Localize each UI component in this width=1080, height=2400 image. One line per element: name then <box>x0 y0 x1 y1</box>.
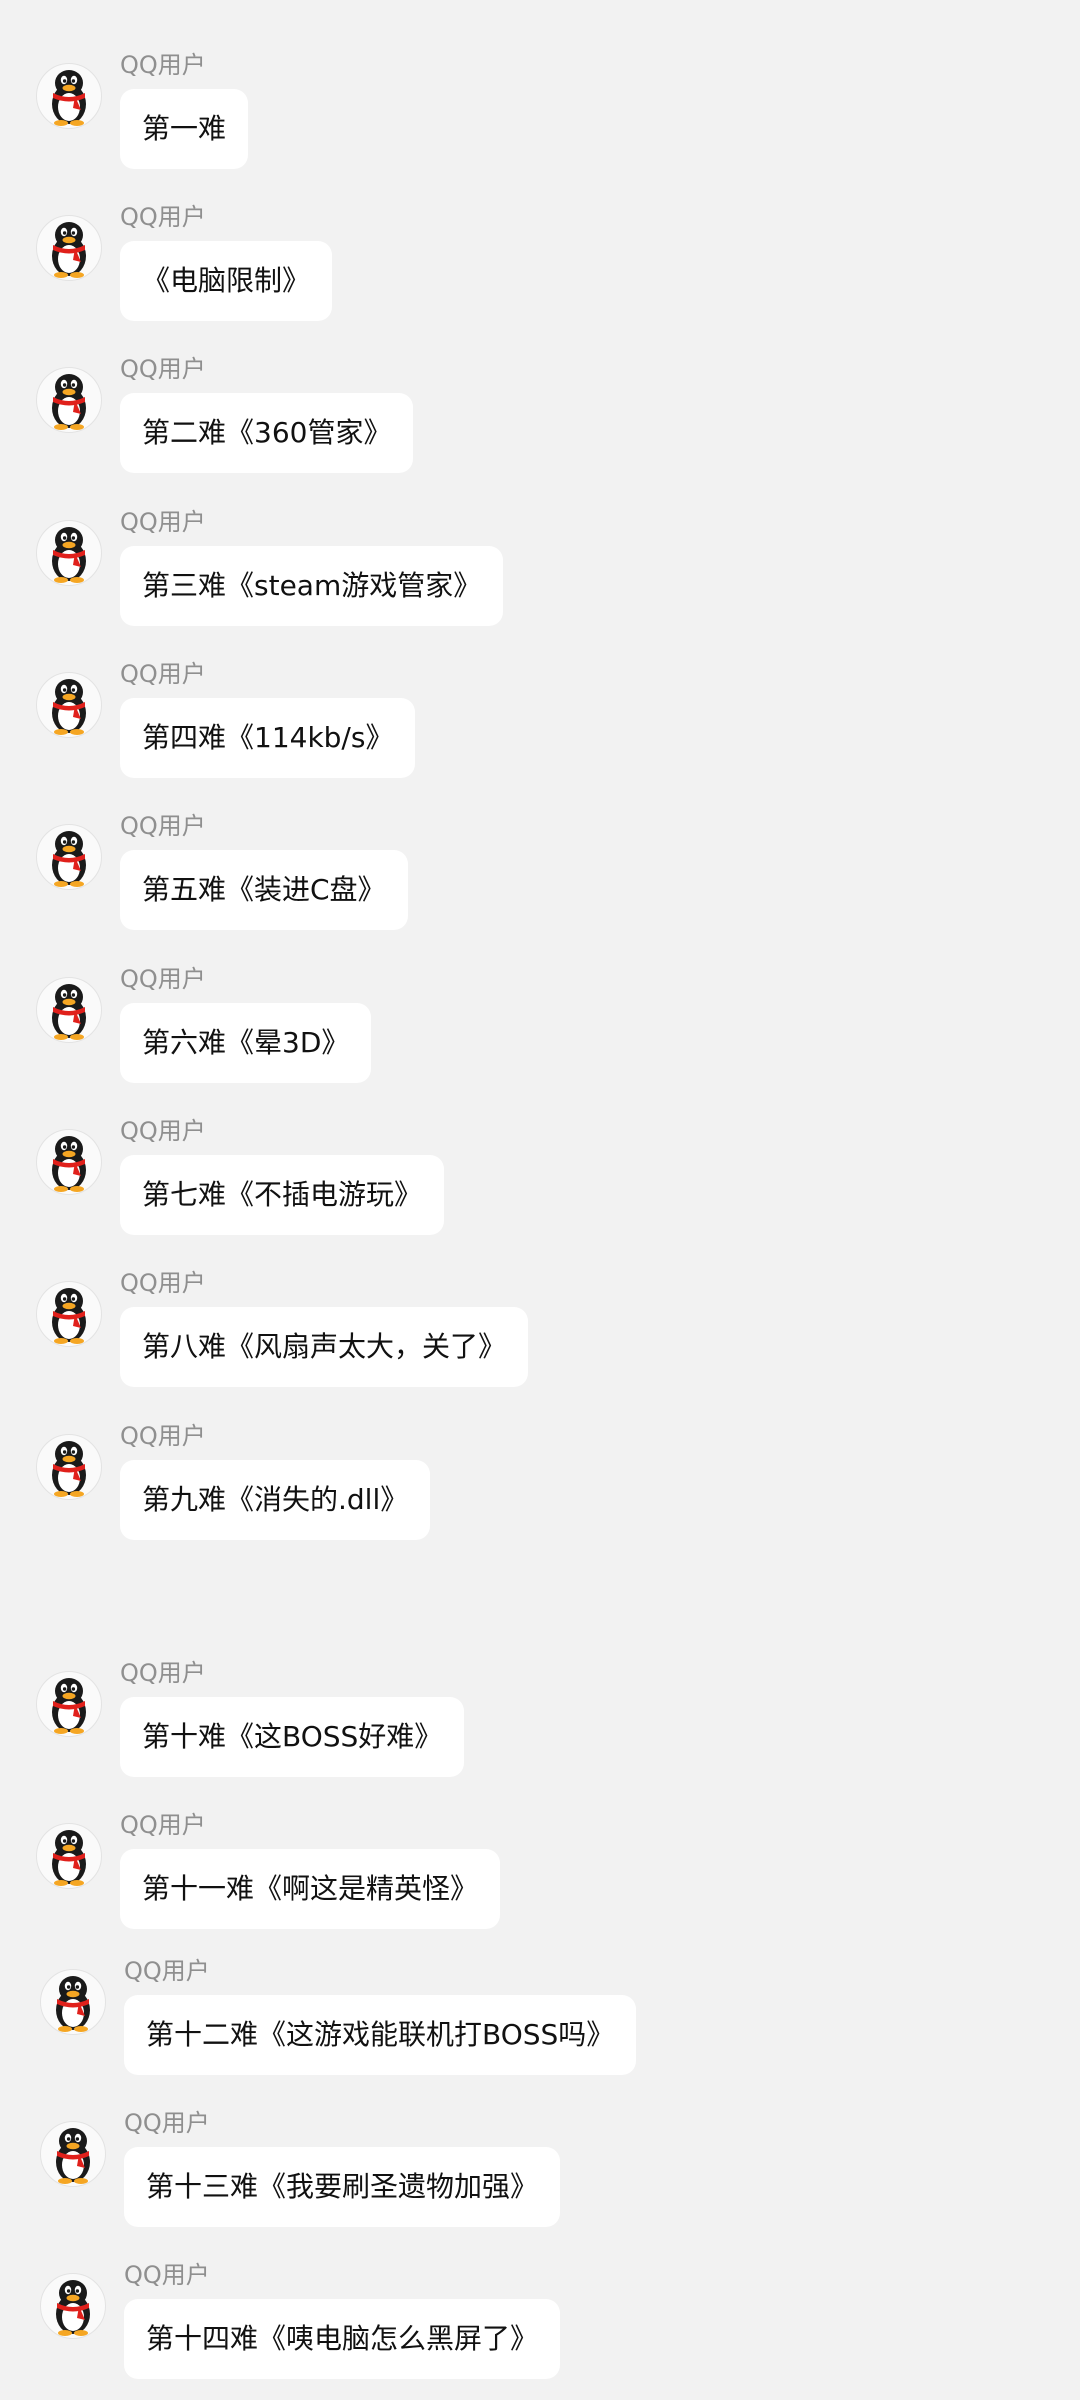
qq-penguin-avatar-icon[interactable] <box>36 1823 102 1889</box>
message-bubble[interactable]: 第十二难《这游戏能联机打BOSS吗》 <box>124 1995 637 2075</box>
chat-message: QQ用户 第四难《114kb/s》 <box>0 659 1080 789</box>
message-bubble[interactable]: 《电脑限制》 <box>120 241 333 321</box>
chat-message: QQ用户 《电脑限制》 <box>0 202 1080 332</box>
sender-name: QQ用户 <box>124 2261 210 2289</box>
chat-message: QQ用户 第五难《装进C盘》 <box>0 811 1080 941</box>
message-bubble[interactable]: 第二难《360管家》 <box>120 393 414 473</box>
chat-message: QQ用户 第二难《360管家》 <box>0 354 1080 484</box>
message-bubble[interactable]: 第四难《114kb/s》 <box>120 698 416 778</box>
sender-name: QQ用户 <box>120 355 206 383</box>
message-bubble[interactable]: 第三难《steam游戏管家》 <box>120 546 504 626</box>
sender-name: QQ用户 <box>124 2109 210 2137</box>
qq-penguin-avatar-icon[interactable] <box>36 672 102 738</box>
chat-message: QQ用户 第六难《晕3D》 <box>0 964 1080 1094</box>
qq-penguin-avatar-icon[interactable] <box>36 63 102 129</box>
qq-penguin-avatar-icon[interactable] <box>36 1434 102 1500</box>
message-bubble[interactable]: 第一难 <box>120 89 249 169</box>
qq-penguin-avatar-icon[interactable] <box>36 1671 102 1737</box>
sender-name: QQ用户 <box>120 1117 206 1145</box>
qq-penguin-avatar-icon[interactable] <box>40 1969 106 2035</box>
message-bubble[interactable]: 第十四难《咦电脑怎么黑屏了》 <box>124 2299 561 2379</box>
sender-name: QQ用户 <box>120 660 206 688</box>
qq-penguin-avatar-icon[interactable] <box>36 1281 102 1347</box>
sender-name: QQ用户 <box>120 51 206 79</box>
sender-name: QQ用户 <box>124 1957 210 1985</box>
message-bubble[interactable]: 第十一难《啊这是精英怪》 <box>120 1849 501 1929</box>
qq-penguin-avatar-icon[interactable] <box>40 2121 106 2187</box>
sender-name: QQ用户 <box>120 508 206 536</box>
chat-message: QQ用户 第十三难《我要刷圣遗物加强》 <box>0 2108 1080 2238</box>
message-bubble[interactable]: 第十三难《我要刷圣遗物加强》 <box>124 2147 561 2227</box>
message-bubble[interactable]: 第五难《装进C盘》 <box>120 850 408 930</box>
message-bubble[interactable]: 第六难《晕3D》 <box>120 1003 372 1083</box>
sender-name: QQ用户 <box>120 812 206 840</box>
qq-penguin-avatar-icon[interactable] <box>36 215 102 281</box>
chat-message: QQ用户 第十四难《咦电脑怎么黑屏了》 <box>0 2260 1080 2390</box>
sender-name: QQ用户 <box>120 1269 206 1297</box>
qq-penguin-avatar-icon[interactable] <box>36 824 102 890</box>
qq-penguin-avatar-icon[interactable] <box>36 367 102 433</box>
sender-name: QQ用户 <box>120 1659 206 1687</box>
sender-name: QQ用户 <box>120 203 206 231</box>
message-bubble[interactable]: 第八难《风扇声太大，关了》 <box>120 1307 529 1387</box>
sender-name: QQ用户 <box>120 965 206 993</box>
chat-message: QQ用户 第一难 <box>0 50 1080 180</box>
qq-penguin-avatar-icon[interactable] <box>36 520 102 586</box>
chat-message: QQ用户 第七难《不插电游玩》 <box>0 1116 1080 1246</box>
chat-message: QQ用户 第三难《steam游戏管家》 <box>0 507 1080 637</box>
message-bubble[interactable]: 第七难《不插电游玩》 <box>120 1155 445 1235</box>
chat-message: QQ用户 第十一难《啊这是精英怪》 <box>0 1810 1080 1940</box>
message-bubble[interactable]: 第十难《这BOSS好难》 <box>120 1697 465 1777</box>
qq-penguin-avatar-icon[interactable] <box>36 977 102 1043</box>
chat-message: QQ用户 第十难《这BOSS好难》 <box>0 1658 1080 1788</box>
sender-name: QQ用户 <box>120 1811 206 1839</box>
message-bubble[interactable]: 第九难《消失的.dll》 <box>120 1460 431 1540</box>
sender-name: QQ用户 <box>120 1422 206 1450</box>
chat-message: QQ用户 第九难《消失的.dll》 <box>0 1421 1080 1551</box>
chat-message: QQ用户 第八难《风扇声太大，关了》 <box>0 1268 1080 1398</box>
qq-penguin-avatar-icon[interactable] <box>40 2273 106 2339</box>
chat-message: QQ用户 第十二难《这游戏能联机打BOSS吗》 <box>0 1956 1080 2086</box>
qq-penguin-avatar-icon[interactable] <box>36 1129 102 1195</box>
